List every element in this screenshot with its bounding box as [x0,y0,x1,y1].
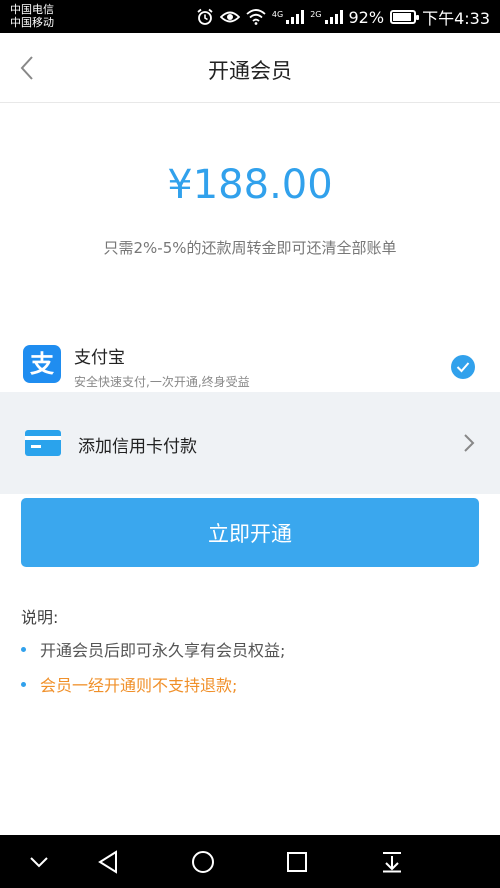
bullet-icon [21,646,26,652]
battery-fill [393,13,412,21]
page-title: 开通会员 [208,59,292,83]
alipay-name: 支付宝 [74,348,125,368]
chevron-down-icon[interactable] [24,847,54,877]
battery-icon [390,10,420,24]
chevron-right-icon[interactable] [458,432,480,454]
alipay-icon: 支 [23,345,61,383]
alipay-subtitle: 安全快速支付,一次开通,终身受益 [74,375,250,389]
eye-icon [219,10,240,24]
system-nav-bar [0,835,500,888]
wifi-icon [246,9,266,25]
open-membership-button[interactable]: 立即开通 [21,498,479,567]
battery-percent: 92% [348,7,385,27]
carrier-1: 中国电信 [10,3,54,16]
check-icon[interactable] [451,355,475,379]
credit-card-label: 添加信用卡付款 [78,437,197,457]
alarm-icon [196,8,214,26]
clock: 下午4:33 [422,9,490,28]
note-text: 开通会员后即可永久享有会员权益; [40,641,286,660]
payment-option-credit-card[interactable]: 添加信用卡付款 [0,392,500,494]
credit-card-icon [25,430,61,456]
signal-tag-4g: 4G [271,10,284,19]
notes-title: 说明: [21,608,59,627]
nav-bar: 开通会员 [0,33,500,103]
back-triangle-icon[interactable] [93,847,123,877]
carrier-2: 中国移动 [10,16,54,29]
recents-square-icon[interactable] [282,847,312,877]
signal-icon: 4G [271,10,305,24]
status-bar: 中国电信 中国移动 4G 2G 92% 下午4:33 [0,0,500,33]
status-icons: 4G 2G 92% 下午4:33 [196,6,490,28]
price-description: 只需2%-5%的还款周转金即可还清全部账单 [103,239,397,257]
home-circle-icon[interactable] [188,847,218,877]
signal-icon: 2G [310,10,343,24]
pull-down-icon[interactable] [377,847,407,877]
carrier-info: 中国电信 中国移动 [10,3,54,29]
note-text: 会员一经开通则不支持退款; [40,676,238,695]
bullet-icon [21,681,26,687]
note-item: 开通会员后即可永久享有会员权益; [21,637,285,661]
price-amount: ¥188.00 [167,162,333,208]
signal-tag-2g: 2G [310,10,322,19]
note-item: 会员一经开通则不支持退款; [21,672,237,696]
